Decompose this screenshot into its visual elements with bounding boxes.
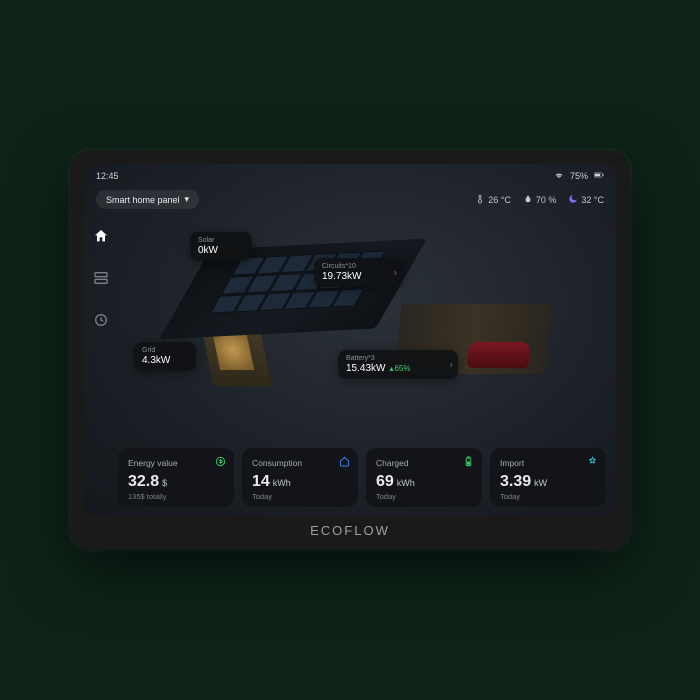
chevron-down-icon: ▾ <box>185 194 190 205</box>
callout-grid-label: Grid <box>142 347 188 354</box>
battery-icon <box>594 170 604 182</box>
card-sub: Today <box>500 492 598 501</box>
card-charged[interactable]: Charged 69 kWh Today <box>366 448 482 507</box>
house-scene: Solar 0kW Circuits*10 19.73kW › Grid 4.3… <box>118 212 608 441</box>
callout-circuits-value: 19.73kW <box>322 271 394 282</box>
wifi-icon <box>554 170 564 182</box>
stat-cards: Energy value 32.8 $ 135$ totally Consump… <box>118 448 606 507</box>
callout-solar[interactable]: Solar 0kW <box>190 232 252 261</box>
statusbar: 12:45 75% <box>84 164 616 188</box>
tablet-frame: 12:45 75% Smart home panel ▾ <box>70 150 630 550</box>
card-title: Consumption <box>252 458 302 468</box>
callout-battery[interactable]: Battery*3 15.43kW ▴ 65% › <box>338 350 458 379</box>
card-consumption[interactable]: Consumption 14 kWh Today <box>242 448 358 507</box>
callout-grid-value: 4.3kW <box>142 355 188 366</box>
panel-select-label: Smart home panel <box>106 195 180 205</box>
nav-devices[interactable] <box>91 268 111 288</box>
brand-logo: ECOFLOW <box>84 523 616 538</box>
callout-battery-label: Battery*3 <box>346 355 450 362</box>
sidebar <box>84 220 118 447</box>
card-unit: $ <box>162 478 167 488</box>
star-person-icon <box>587 456 598 469</box>
moon-icon <box>568 194 578 206</box>
card-title: Charged <box>376 458 409 468</box>
header: Smart home panel ▾ 26 °C 70 % <box>84 188 616 215</box>
car <box>467 342 531 368</box>
chevron-right-icon: › <box>394 267 397 278</box>
card-sub: Today <box>376 492 474 501</box>
callout-solar-value: 0kW <box>198 245 244 256</box>
env-humidity: 70 % <box>523 194 557 206</box>
card-unit: kWh <box>397 478 415 488</box>
card-title: Energy value <box>128 458 178 468</box>
chevron-right-icon: › <box>450 359 453 370</box>
env-temp-outdoor-value: 32 °C <box>581 195 604 205</box>
card-title: Import <box>500 458 524 468</box>
droplet-icon <box>523 194 533 206</box>
status-right: 75% <box>554 170 604 182</box>
panel-select[interactable]: Smart home panel ▾ <box>96 190 199 209</box>
env-temp-indoor: 26 °C <box>475 194 511 206</box>
card-sub: Today <box>252 492 350 501</box>
card-value: 3.39 <box>500 473 531 491</box>
currency-icon <box>215 456 226 469</box>
callout-circuits-label: Circuits*10 <box>322 263 394 270</box>
card-value: 14 <box>252 473 270 491</box>
card-value: 32.8 <box>128 473 159 491</box>
nav-automation[interactable] <box>91 310 111 330</box>
card-energy-value[interactable]: Energy value 32.8 $ 135$ totally <box>118 448 234 507</box>
card-unit: kW <box>534 478 547 488</box>
card-value: 69 <box>376 473 394 491</box>
env-humidity-value: 70 % <box>536 195 557 205</box>
battery-icon <box>463 456 474 469</box>
nav-home[interactable] <box>91 226 111 246</box>
clock: 12:45 <box>96 171 119 181</box>
thermometer-icon <box>475 194 485 206</box>
env-temp-outdoor: 32 °C <box>568 194 604 206</box>
env-temp-indoor-value: 26 °C <box>488 195 511 205</box>
card-sub: 135$ totally <box>128 492 226 501</box>
card-unit: kWh <box>273 478 291 488</box>
screen: 12:45 75% Smart home panel ▾ <box>84 164 616 515</box>
home-icon <box>339 456 350 469</box>
callout-circuits[interactable]: Circuits*10 19.73kW › <box>314 258 402 287</box>
battery-percent: 75% <box>570 171 588 181</box>
card-import[interactable]: Import 3.39 kW Today <box>490 448 606 507</box>
callout-solar-label: Solar <box>198 237 244 244</box>
environment-readout: 26 °C 70 % 32 °C <box>475 194 604 206</box>
battery-delta: ▴ 65% <box>389 364 410 373</box>
callout-grid[interactable]: Grid 4.3kW <box>134 342 196 371</box>
callout-battery-value: 15.43kW <box>346 363 385 374</box>
